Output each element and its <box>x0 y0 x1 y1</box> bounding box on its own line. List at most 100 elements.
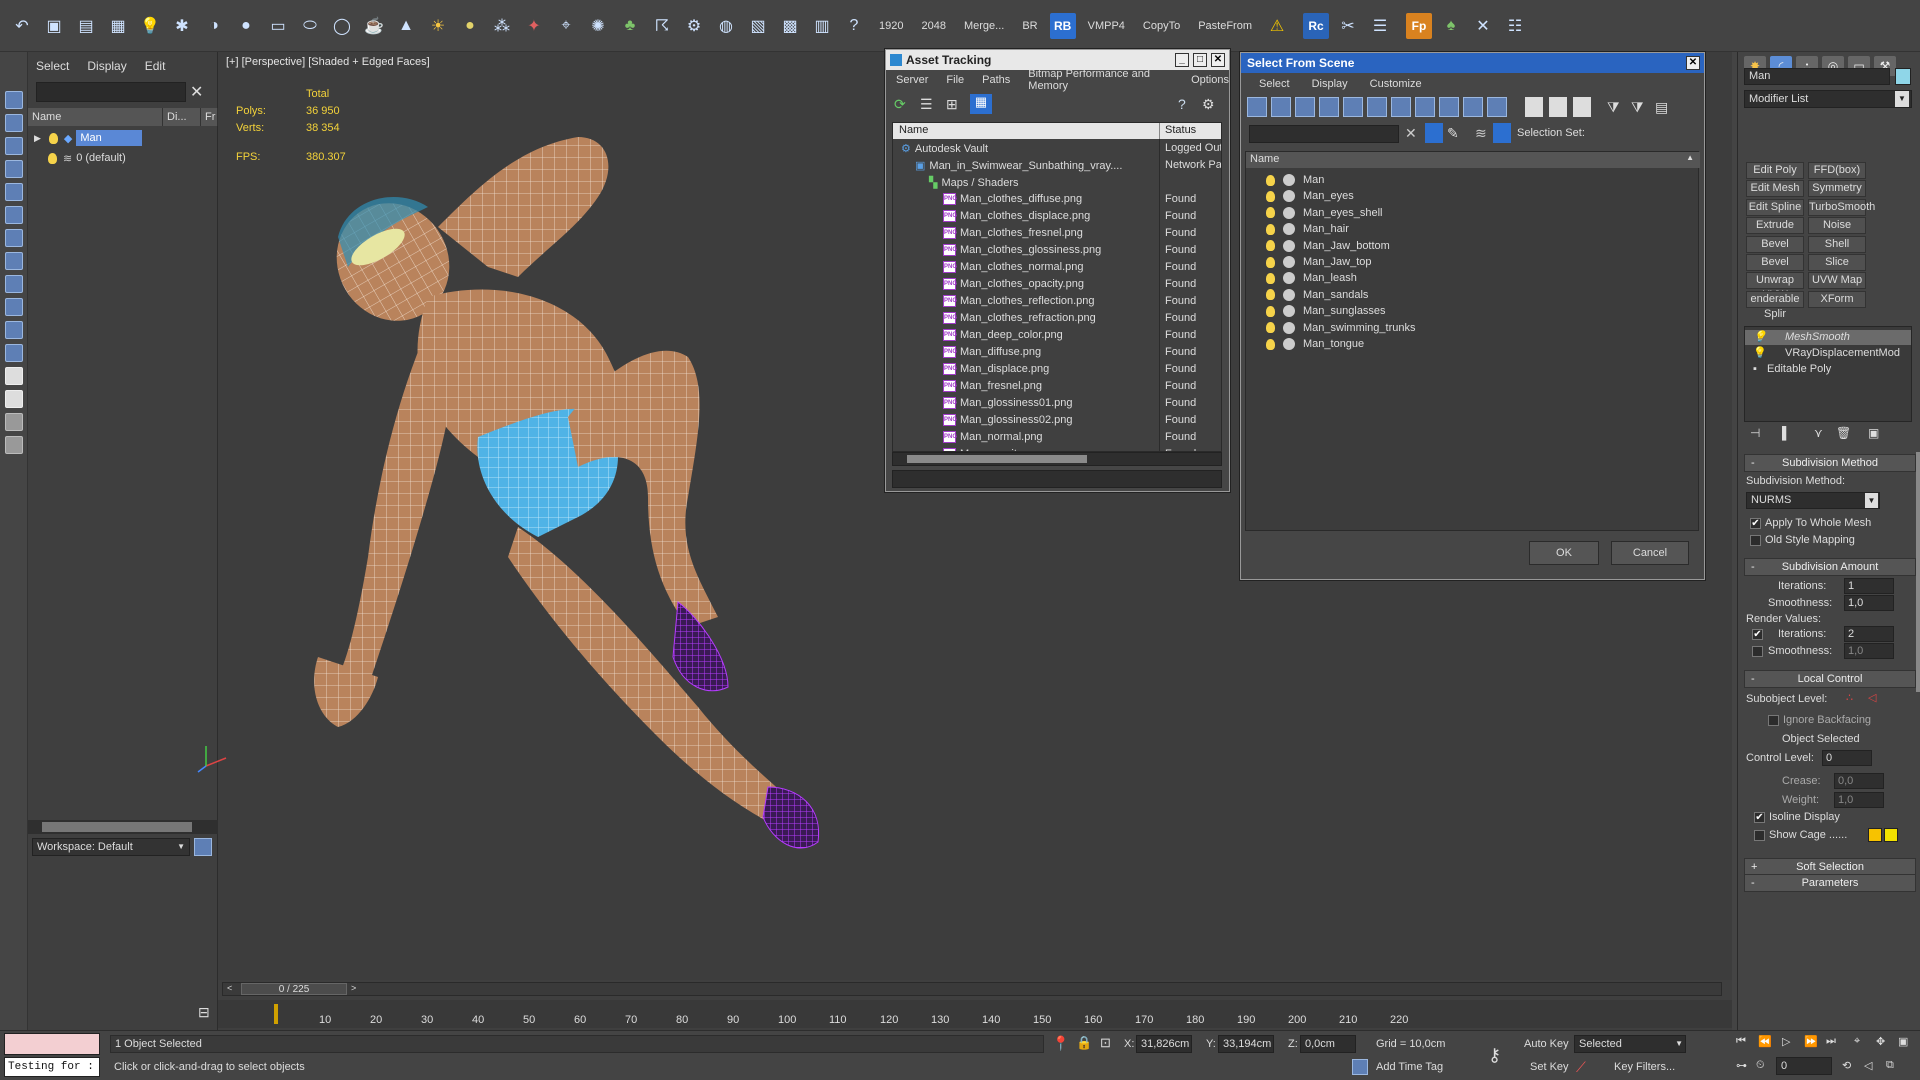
tree-view-icon[interactable]: ⊞ <box>946 96 958 113</box>
viewport-label[interactable]: [+] [Perspective] [Shaded + Edged Faces] <box>226 56 430 68</box>
old-style-mapping-checkbox[interactable] <box>1750 535 1761 546</box>
selection-set-layers-icon[interactable]: ≋ <box>1475 125 1487 142</box>
bone-filter-icon[interactable] <box>4 321 23 339</box>
set-key-mode-icon[interactable]: ⟋ <box>1576 1059 1586 1076</box>
asset-row[interactable]: PNG Man_clothes_displace.png Found <box>893 209 1221 226</box>
asset-row[interactable]: PNG Man_glossiness01.png Found <box>893 396 1221 413</box>
next-frame-icon[interactable]: ⏩ <box>1804 1035 1818 1048</box>
pin-stack-icon[interactable]: ⊣ <box>1750 426 1760 440</box>
render-iterations-spinner[interactable]: 2 <box>1844 626 1894 642</box>
settings-icon[interactable]: ⚙ <box>1202 96 1215 113</box>
time-slider-thumb[interactable]: 0 / 225 <box>241 983 347 995</box>
plane-icon[interactable]: ⬭ <box>297 13 323 39</box>
render-smoothness-spinner[interactable]: 1,0 <box>1844 643 1894 659</box>
perspective-viewport[interactable]: [+] [Perspective] [Shaded + Edged Faces]… <box>197 49 1732 980</box>
select-from-scene-titlebar[interactable]: Select From Scene ✕ <box>1241 53 1704 73</box>
configure-sets-icon[interactable]: ▣ <box>1868 426 1879 440</box>
asset-hscrollbar[interactable] <box>892 452 1222 466</box>
spacewarps-filter-icon[interactable] <box>1415 97 1435 117</box>
geometry-filter-icon[interactable] <box>1295 97 1315 117</box>
sfs-list-header[interactable]: Name ▲ <box>1246 152 1700 168</box>
toolbar-pastefrom[interactable]: PasteFrom <box>1198 20 1252 32</box>
filter-funnel-icon[interactable] <box>4 413 23 431</box>
modifier-button[interactable]: Slice <box>1808 254 1866 271</box>
expand-arrow-icon[interactable]: ▶ <box>34 133 41 144</box>
rendered-frame-icon[interactable]: ▤ <box>73 13 99 39</box>
layer-manager-icon[interactable]: ▦ <box>105 13 131 39</box>
asset-row[interactable]: PNG Man_fresnel.png Found <box>893 379 1221 396</box>
help-icon[interactable]: ? <box>1178 96 1186 112</box>
object-color-swatch[interactable] <box>1895 68 1911 85</box>
stack-expand-icon[interactable]: ▪ <box>1753 362 1757 377</box>
y-coordinate-field[interactable]: 33,194cm <box>1218 1035 1274 1053</box>
scene-object-row[interactable]: Man_tongue <box>1266 334 1364 354</box>
render-iterations-checkbox[interactable]: ✔ <box>1752 629 1763 640</box>
proxy-icon[interactable]: ⁂ <box>489 13 515 39</box>
walkthrough-icon[interactable]: ⧉ <box>1886 1059 1894 1072</box>
weight-spinner[interactable]: 1,0 <box>1834 792 1884 808</box>
orbit-icon[interactable]: ⟲ <box>1842 1059 1851 1072</box>
maxscript-listener-white[interactable]: Testing for : <box>4 1057 100 1077</box>
rollout-parameters[interactable]: - Parameters <box>1744 874 1916 892</box>
asset-row[interactable]: PNG Man_clothes_normal.png Found <box>893 260 1221 277</box>
containers-filter-icon[interactable] <box>4 344 23 362</box>
toolbar-text-2048[interactable]: 2048 <box>921 20 945 32</box>
menu-bitmap-performance[interactable]: Bitmap Performance and Memory <box>1028 68 1173 92</box>
asset-path-field[interactable] <box>892 470 1222 488</box>
undo-icon[interactable]: ↶ <box>9 13 35 39</box>
cameras-filter-icon[interactable] <box>4 206 23 224</box>
hdri-icon[interactable]: ☈ <box>649 13 675 39</box>
show-cage-checkbox[interactable] <box>1754 830 1765 841</box>
display-none-icon[interactable] <box>4 91 23 109</box>
lights-filter-icon[interactable] <box>4 183 23 201</box>
globe-icon[interactable]: ◍ <box>713 13 739 39</box>
track-bar[interactable]: ⊟ 10 20 30 40 50 60 70 80 90 100 110 120 130 140 150 16… <box>198 1000 1732 1028</box>
modifier-button[interactable]: Noise <box>1808 217 1866 235</box>
asset-row[interactable]: PNG Man_diffuse.png Found <box>893 345 1221 362</box>
rollout-local-control[interactable]: - Local Control <box>1744 670 1916 688</box>
subdivision-method-dropdown[interactable]: NURMS ▼ <box>1746 492 1880 509</box>
select-all-icon[interactable] <box>1525 97 1543 117</box>
light-bulb-icon[interactable] <box>48 152 57 164</box>
auto-key-button[interactable]: Auto Key <box>1524 1038 1569 1050</box>
modifier-button[interactable]: Unwrap UVW <box>1746 272 1804 301</box>
object-name-field[interactable]: Man <box>1744 68 1890 85</box>
sfs-menu-select[interactable]: Select <box>1259 78 1290 90</box>
camera-icon[interactable]: ⌖ <box>553 13 579 39</box>
geometry-filter-icon[interactable] <box>4 137 23 155</box>
lights-filter-icon[interactable] <box>1343 97 1363 117</box>
fp-button[interactable]: Fp <box>1406 12 1432 39</box>
schematic-icon[interactable]: ◑ <box>201 13 227 39</box>
add-time-tag-label[interactable]: Add Time Tag <box>1376 1061 1443 1073</box>
filter-settings-icon[interactable]: ⧩ <box>1631 99 1644 116</box>
curve-editor-icon[interactable]: ⊟ <box>198 1004 210 1021</box>
asset-row[interactable]: ▚ Maps / Shaders <box>893 175 1221 192</box>
teapot-icon[interactable]: ☕ <box>361 13 387 39</box>
explorer-row-man[interactable]: ▶ ◆ Man <box>28 128 218 148</box>
modifier-button[interactable]: TurboSmooth <box>1808 198 1875 216</box>
menu-paths[interactable]: Paths <box>982 74 1010 86</box>
key-mode-dropdown[interactable]: Selected ▼ <box>1574 1035 1686 1053</box>
time-config-icon[interactable]: ⏲ <box>1756 1059 1765 1072</box>
clear-search-icon[interactable]: ✕ <box>1405 125 1417 142</box>
make-unique-icon[interactable]: ⋎ <box>1814 426 1823 440</box>
light-lister-icon[interactable]: 💡 <box>137 13 163 39</box>
command-panel-scrollbar[interactable] <box>1916 452 1920 692</box>
track-view-icon[interactable]: ✱ <box>169 13 195 39</box>
groups-filter-icon[interactable] <box>4 275 23 293</box>
list-icon[interactable]: ☰ <box>1367 13 1393 39</box>
rb-button[interactable]: RB <box>1049 12 1076 39</box>
rollout-subdivision-amount[interactable]: - Subdivision Amount <box>1744 558 1916 576</box>
render-setup-icon[interactable]: ▣ <box>41 13 67 39</box>
asset-col-name[interactable]: Name <box>899 124 928 136</box>
asset-row[interactable]: PNG Man_normal.png Found <box>893 430 1221 447</box>
key-filters-button[interactable]: Key Filters... <box>1614 1061 1675 1073</box>
asset-tracking-titlebar[interactable]: Asset Tracking _ □ ✕ <box>886 50 1229 70</box>
toolbar-br[interactable]: BR <box>1022 20 1037 32</box>
cactus-icon[interactable]: ♠ <box>1438 13 1464 39</box>
bulb-icon[interactable]: 💡 <box>1753 330 1767 345</box>
menu-server[interactable]: Server <box>896 74 928 86</box>
explorer-col-display[interactable]: Di... <box>163 108 201 126</box>
modifier-button[interactable]: Bevel Profile <box>1746 254 1804 283</box>
explorer-search-input[interactable] <box>36 82 186 102</box>
